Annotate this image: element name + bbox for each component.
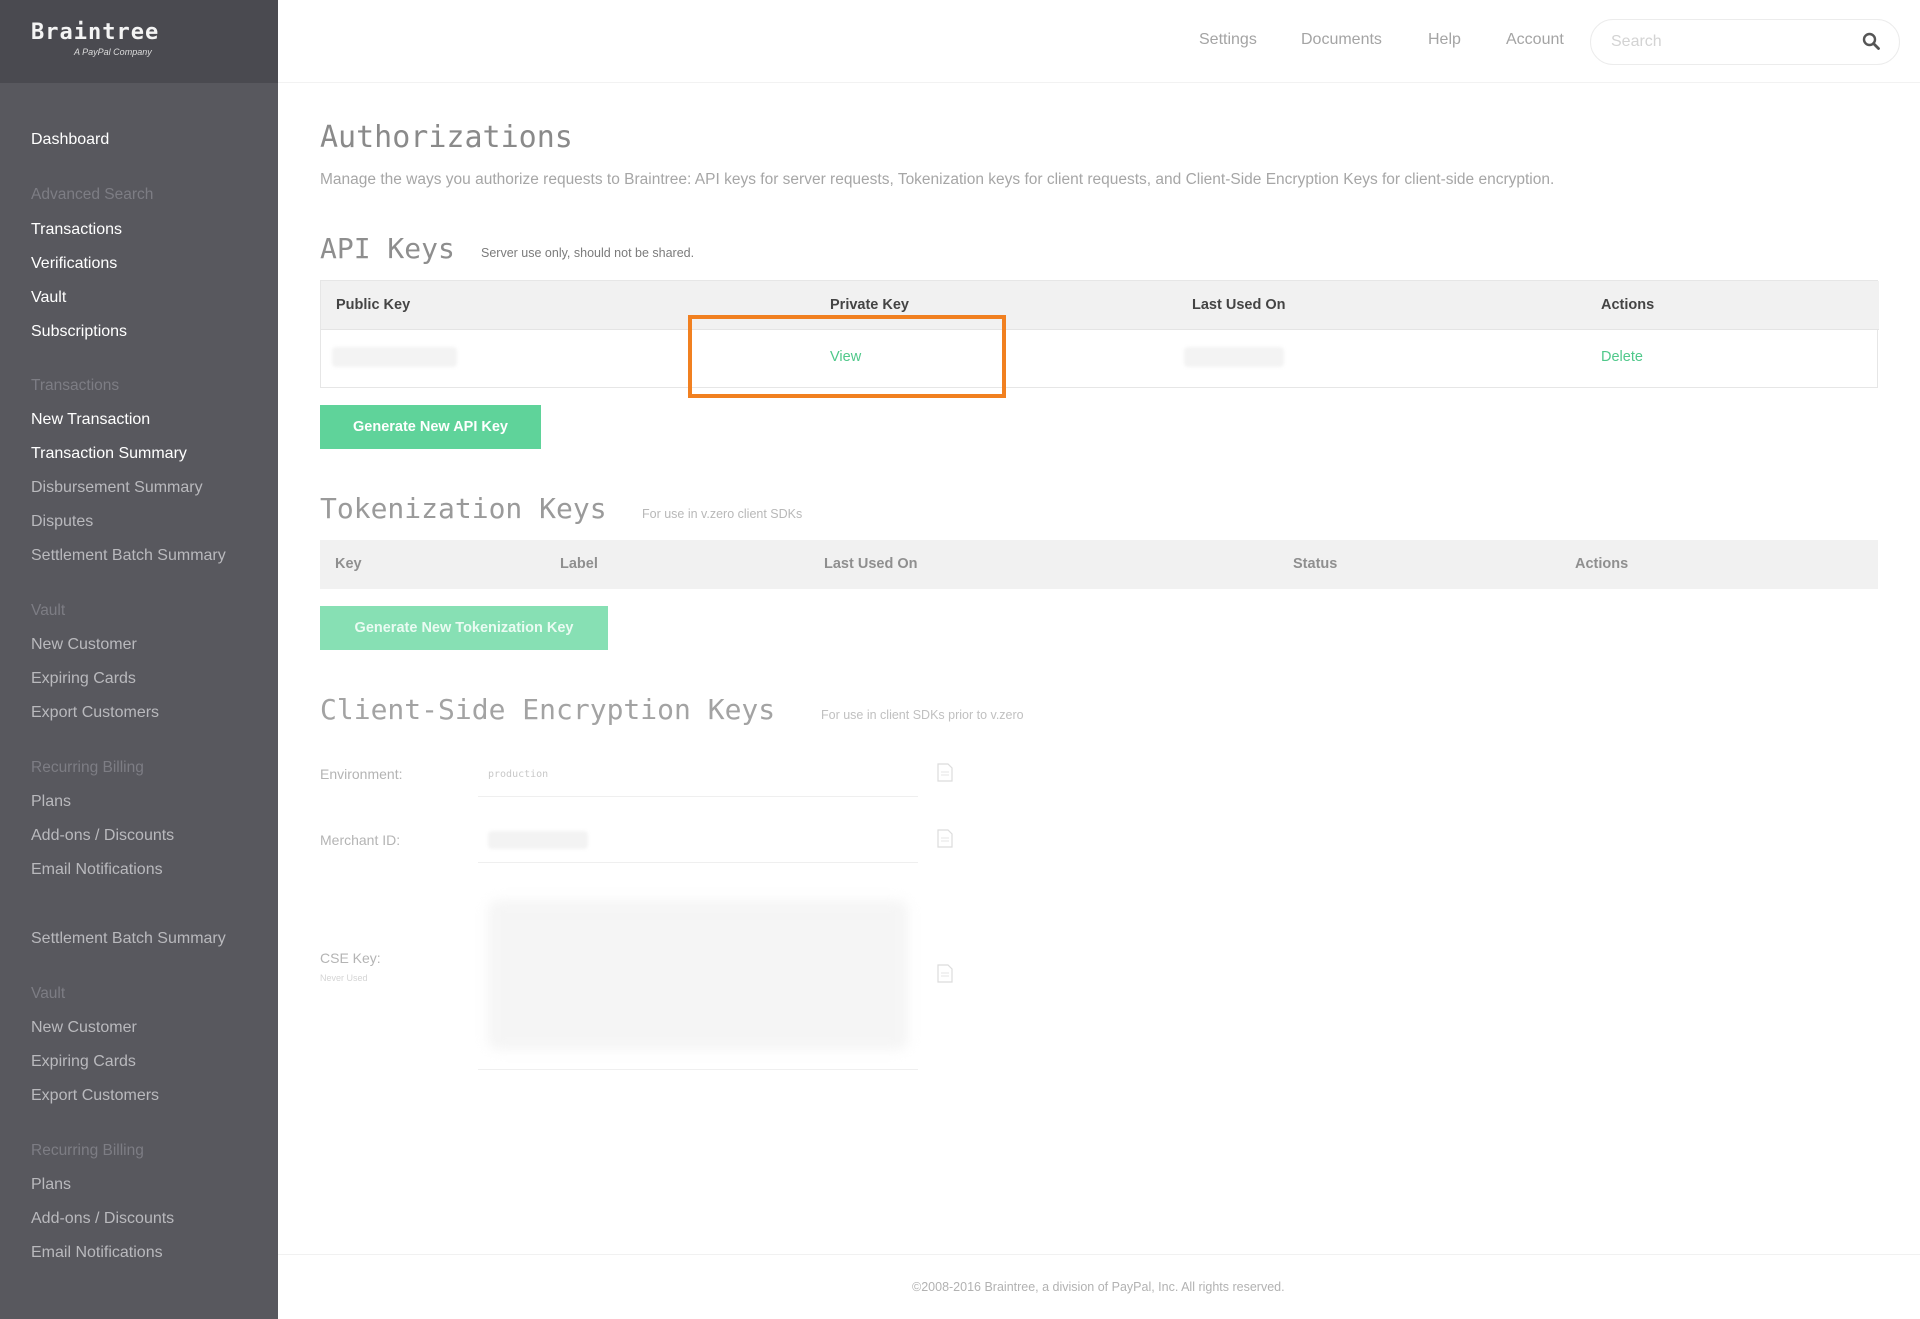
sidebar-item-plans-repeat[interactable]: Plans xyxy=(31,1176,71,1194)
footer-copyright: ©2008-2016 Braintree, a division of PayP… xyxy=(912,1280,1285,1294)
copy-merchant-id-icon[interactable] xyxy=(937,829,953,848)
sidebar-item-email-notifications[interactable]: Email Notifications xyxy=(31,861,163,879)
sidebar-item-export-customers-repeat[interactable]: Export Customers xyxy=(31,1087,159,1105)
search-input[interactable]: Search xyxy=(1590,19,1900,65)
sidebar-item-new-customer-repeat[interactable]: New Customer xyxy=(31,1019,137,1037)
generate-api-key-button[interactable]: Generate New API Key xyxy=(320,405,541,449)
sidebar-item-addons-discounts-repeat[interactable]: Add-ons / Discounts xyxy=(31,1210,174,1228)
search-placeholder: Search xyxy=(1611,33,1662,50)
environment-field: production xyxy=(478,752,918,797)
merchant-id-value xyxy=(488,831,588,849)
highlight-box xyxy=(688,315,1006,398)
sidebar-heading-transactions: Transactions xyxy=(31,377,120,394)
cse-key-label: CSE Key: xyxy=(320,950,381,966)
tokenization-keys-table-header: Key Label Last Used On Status Actions xyxy=(320,540,1878,589)
sidebar-item-addons-discounts[interactable]: Add-ons / Discounts xyxy=(31,827,174,845)
brand-header: Braintree A PayPal Company xyxy=(0,0,278,83)
sidebar-item-new-transaction[interactable]: New Transaction xyxy=(31,411,150,429)
public-key-value xyxy=(332,347,457,367)
sidebar-item-vault[interactable]: Vault xyxy=(31,289,66,307)
last-used-value xyxy=(1184,347,1284,367)
column-private-key: Private Key xyxy=(830,297,909,313)
sidebar-item-dashboard[interactable]: Dashboard xyxy=(31,131,109,149)
sidebar-heading-advanced-search: Advanced Search xyxy=(31,186,154,203)
column-label: Label xyxy=(560,556,598,572)
nav-settings-link[interactable]: Settings xyxy=(1199,31,1257,49)
tokenization-keys-heading: Tokenization Keys xyxy=(320,492,607,525)
page-title: Authorizations xyxy=(320,120,573,155)
api-keys-table-header: Public Key Private Key Last Used On Acti… xyxy=(321,281,1879,330)
page-description: Manage the ways you authorize requests t… xyxy=(320,171,1555,188)
column-public-key: Public Key xyxy=(336,297,411,313)
sidebar-item-export-customers[interactable]: Export Customers xyxy=(31,704,159,722)
sidebar-item-expiring-cards-repeat[interactable]: Expiring Cards xyxy=(31,1053,136,1071)
sidebar-item-settlement-batch-summary[interactable]: Settlement Batch Summary xyxy=(31,547,226,565)
sidebar-item-plans[interactable]: Plans xyxy=(31,793,71,811)
sidebar-item-subscriptions[interactable]: Subscriptions xyxy=(31,323,127,341)
nav-documents-link[interactable]: Documents xyxy=(1301,31,1382,49)
search-icon[interactable] xyxy=(1862,32,1880,50)
nav-account-link[interactable]: Account xyxy=(1506,31,1564,49)
sidebar-item-new-customer[interactable]: New Customer xyxy=(31,636,137,654)
sidebar: Braintree A PayPal Company Dashboard Adv… xyxy=(0,0,278,1319)
column-last-used-on: Last Used On xyxy=(1192,297,1286,313)
sidebar-item-transaction-summary[interactable]: Transaction Summary xyxy=(31,445,187,463)
sidebar-item-settlement-batch-summary-repeat[interactable]: Settlement Batch Summary xyxy=(31,930,226,948)
column-actions: Actions xyxy=(1601,297,1655,313)
cse-keys-heading: Client-Side Encryption Keys xyxy=(320,693,776,726)
nav-help-link[interactable]: Help xyxy=(1428,31,1461,49)
merchant-id-label: Merchant ID: xyxy=(320,832,401,848)
sidebar-item-disputes[interactable]: Disputes xyxy=(31,513,93,531)
column-key: Key xyxy=(335,556,362,572)
sidebar-heading-vault: Vault xyxy=(31,602,66,619)
braintree-logo[interactable]: Braintree xyxy=(31,20,159,45)
table-row: View Delete xyxy=(321,330,1877,388)
environment-label: Environment: xyxy=(320,766,403,782)
sidebar-heading-recurring-billing-repeat: Recurring Billing xyxy=(31,1142,144,1159)
tokenization-keys-note: For use in v.zero client SDKs xyxy=(642,507,803,521)
sidebar-heading-vault-repeat: Vault xyxy=(31,985,66,1002)
api-keys-heading: API Keys xyxy=(320,232,455,265)
sidebar-heading-recurring-billing: Recurring Billing xyxy=(31,759,144,776)
cse-key-value xyxy=(488,900,908,1050)
paypal-tagline: A PayPal Company xyxy=(74,47,152,57)
api-keys-table: Public Key Private Key Last Used On Acti… xyxy=(320,280,1879,388)
column-status: Status xyxy=(1293,556,1338,572)
copy-cse-key-icon[interactable] xyxy=(937,964,953,983)
cse-keys-note: For use in client SDKs prior to v.zero xyxy=(821,708,1024,722)
footer: ©2008-2016 Braintree, a division of PayP… xyxy=(278,1254,1920,1319)
api-keys-note: Server use only, should not be shared. xyxy=(481,246,695,260)
column-last-used-on: Last Used On xyxy=(824,556,918,572)
tokenization-keys-table: Key Label Last Used On Status Actions xyxy=(320,540,1878,589)
environment-value: production xyxy=(488,769,549,780)
cse-key-never-used: Never Used xyxy=(320,973,368,983)
sidebar-item-transactions[interactable]: Transactions xyxy=(31,221,122,239)
copy-environment-icon[interactable] xyxy=(937,763,953,782)
generate-tokenization-key-button[interactable]: Generate New Tokenization Key xyxy=(320,606,608,650)
delete-key-link[interactable]: Delete xyxy=(1601,349,1643,365)
column-actions: Actions xyxy=(1575,556,1629,572)
merchant-id-field xyxy=(478,818,918,863)
sidebar-item-verifications[interactable]: Verifications xyxy=(31,255,117,273)
sidebar-item-expiring-cards[interactable]: Expiring Cards xyxy=(31,670,136,688)
sidebar-item-disbursement-summary[interactable]: Disbursement Summary xyxy=(31,479,203,497)
sidebar-item-email-notifications-repeat[interactable]: Email Notifications xyxy=(31,1244,163,1262)
